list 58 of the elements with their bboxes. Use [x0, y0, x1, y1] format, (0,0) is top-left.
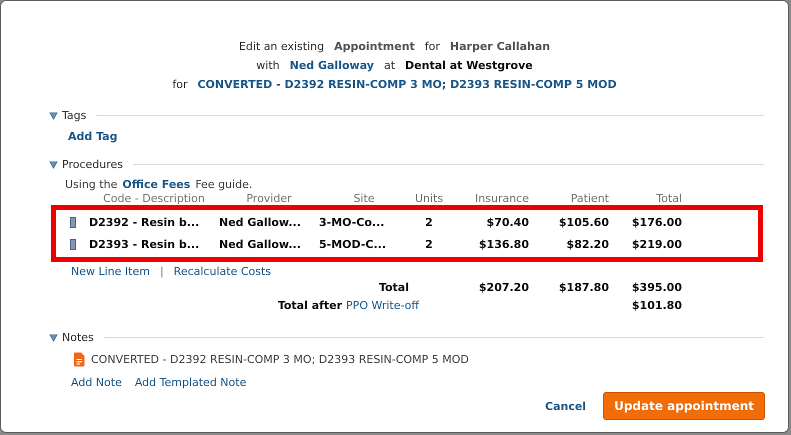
header-text: for: [424, 40, 440, 53]
total-value: $101.80: [630, 298, 682, 312]
cancel-button[interactable]: Cancel: [545, 400, 586, 412]
total-label: Total: [378, 281, 409, 294]
table-cell-text: D2392 - Resin b...: [89, 216, 200, 228]
column-header: Provider: [245, 192, 293, 204]
add-note-link[interactable]: Add Note: [71, 376, 122, 389]
section-title: Tags: [62, 108, 86, 122]
header-text: with: [256, 59, 280, 72]
fee-guide-text: Using the: [65, 178, 118, 191]
table-cell-text: D2393 - Resin b...: [89, 238, 200, 250]
triangle-icon[interactable]: [49, 160, 58, 168]
table-cell-text: $82.20: [566, 238, 609, 250]
section-title: Notes: [62, 330, 94, 344]
header-text: for: [172, 78, 188, 91]
table-cell-text: 2: [424, 216, 434, 228]
add-tag-link[interactable]: Add Tag: [68, 130, 118, 143]
table-cell-text: 3-MO-Co...: [319, 216, 386, 228]
total-value: $395.00: [630, 281, 682, 294]
drag-handle[interactable]: [70, 216, 76, 228]
column-header: Patient: [570, 192, 609, 204]
total-label: Total after: [278, 298, 342, 312]
table-cell-text: $70.40: [486, 216, 529, 228]
fee-guide-text: Fee guide.: [195, 178, 252, 191]
header-value: Harper Callahan: [450, 40, 550, 53]
new-line-item-link[interactable]: New Line Item: [71, 265, 150, 278]
section-title: Procedures: [62, 158, 123, 170]
header-link[interactable]: CONVERTED - D2392 RESIN-COMP 3 MO; D2393 RESIN-COMP 5 MOD: [197, 78, 617, 91]
table-cell-text: $176.00: [630, 216, 682, 228]
table-cell-text: $105.60: [558, 216, 609, 228]
recalculate-link[interactable]: Recalculate Costs: [174, 265, 272, 278]
table-cell-text: 5-MOD-C...: [319, 238, 388, 250]
total-value: $207.20: [478, 281, 529, 294]
triangle-icon[interactable]: [49, 332, 58, 342]
column-header: Site: [352, 192, 376, 204]
total-value: $187.80: [558, 281, 609, 294]
table-cell-text: Ned Gallow...: [219, 238, 302, 250]
table-cell-text: $219.00: [630, 238, 682, 250]
column-header: Code - Description: [102, 192, 206, 204]
table-cell-text: Ned Gallow...: [219, 216, 302, 228]
drag-handle[interactable]: [70, 238, 76, 250]
write-off-link[interactable]: PPO Write-off: [346, 298, 419, 312]
table-cell-text: 2: [424, 238, 434, 250]
header-link[interactable]: Ned Galloway: [290, 59, 374, 72]
column-header: Total: [655, 192, 682, 204]
column-header: Insurance: [474, 192, 529, 204]
column-header: Units: [414, 192, 444, 204]
header-value: Dental at Westgrove: [405, 59, 533, 72]
fee-guide-link[interactable]: Office Fees: [122, 178, 190, 191]
header-text: at: [384, 59, 396, 72]
add-note-link[interactable]: Add Templated Note: [134, 376, 246, 389]
separator: |: [160, 265, 164, 278]
triangle-icon[interactable]: [49, 110, 58, 120]
document-icon: [73, 352, 85, 367]
header-text: Edit an existing: [238, 40, 324, 53]
header-value: Appointment: [334, 40, 415, 53]
note-text: CONVERTED - D2392 RESIN-COMP 3 MO; D2393 RESIN-COMP 5 MOD: [91, 353, 469, 366]
table-cell-text: $136.80: [478, 238, 529, 250]
